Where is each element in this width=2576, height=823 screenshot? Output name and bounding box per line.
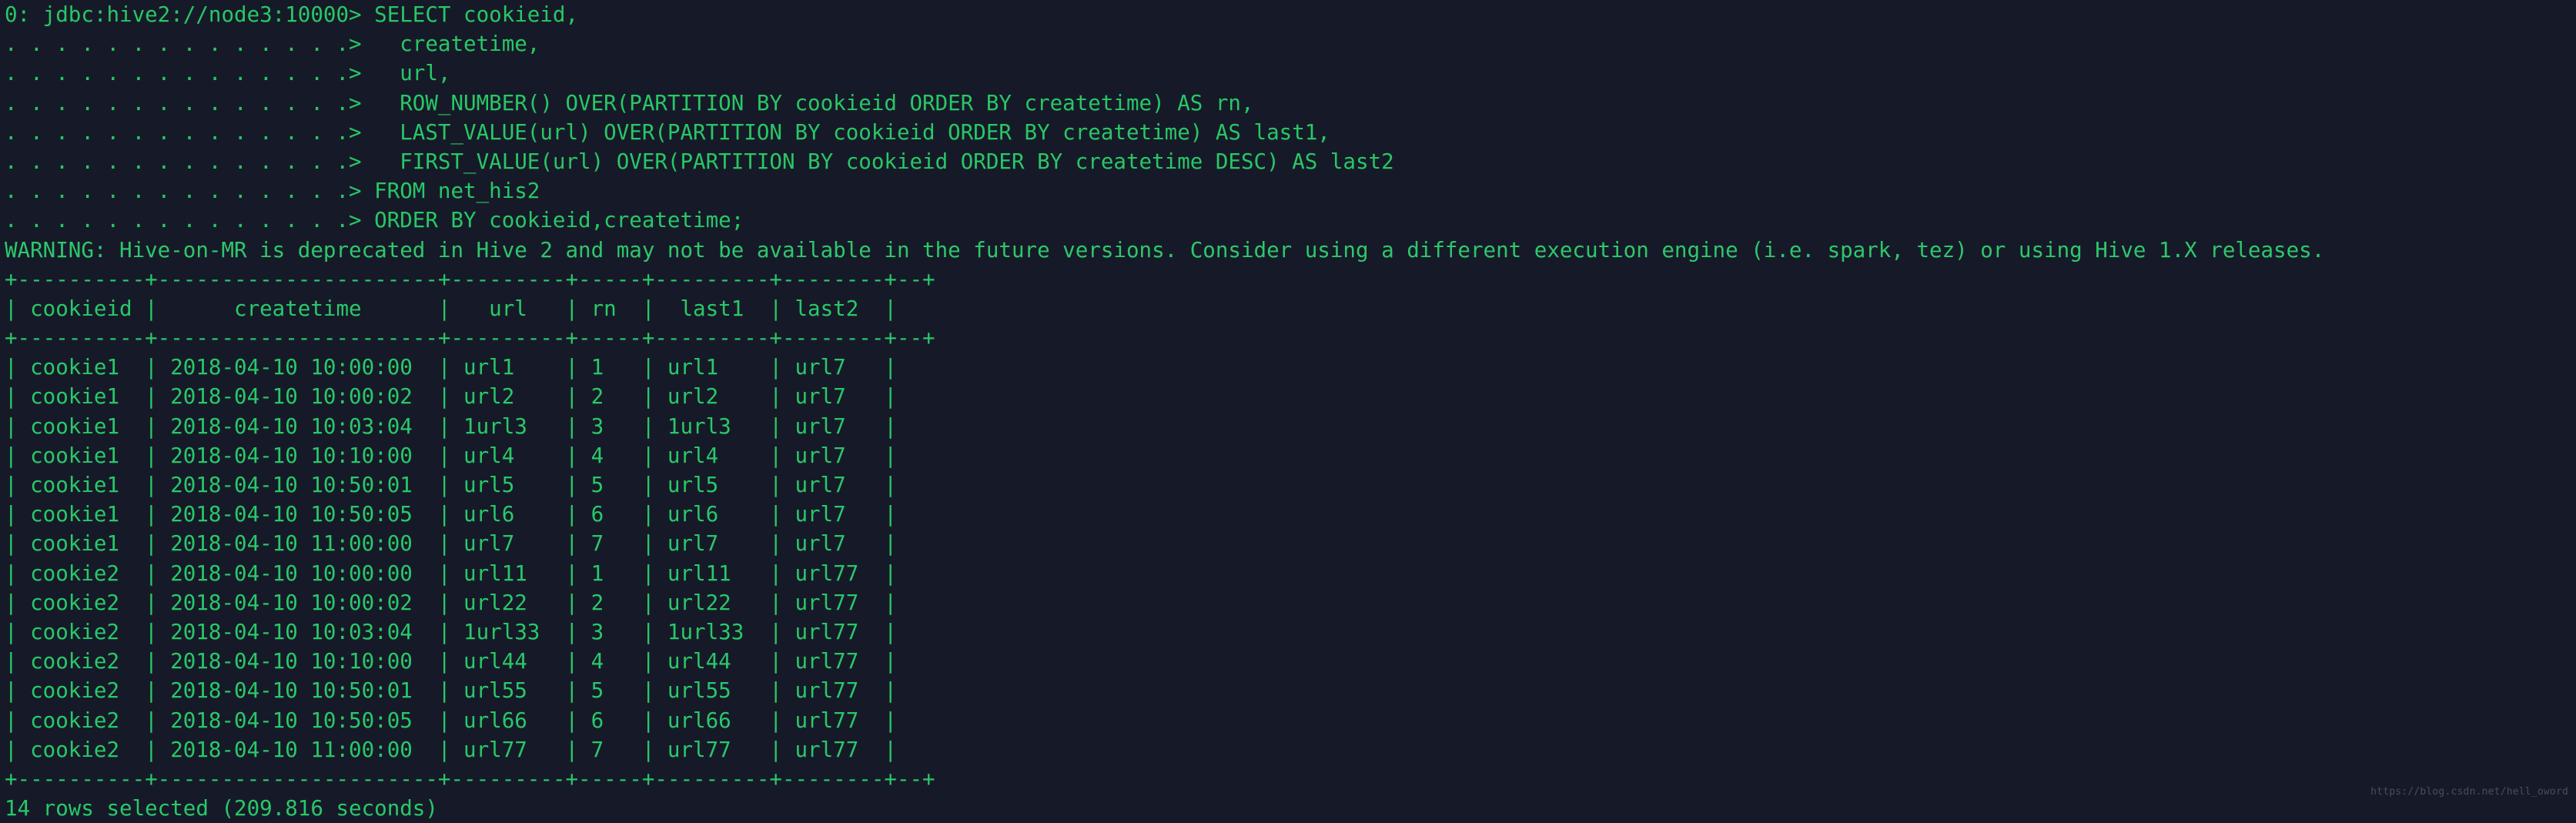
watermark-url: https://blog.csdn.net/hell_oword — [2370, 786, 2568, 798]
table-row: | cookie2 | 2018-04-10 10:00:00 | url11 … — [5, 560, 897, 586]
table-header-row: | cookieid | createtime | url | rn | las… — [5, 296, 897, 321]
table-row: | cookie2 | 2018-04-10 10:03:04 | 1url33… — [5, 619, 897, 644]
query-line-from: . . . . . . . . . . . . . .> FROM net_hi… — [5, 179, 540, 204]
query-line-url: . . . . . . . . . . . . . .> url, — [5, 61, 451, 86]
terminal-window[interactable]: 0: jdbc:hive2://node3:10000> SELECT cook… — [0, 0, 2576, 821]
table-row: | cookie2 | 2018-04-10 11:00:00 | url77 … — [5, 737, 897, 762]
table-row: | cookie2 | 2018-04-10 10:00:02 | url22 … — [5, 590, 897, 615]
table-row: | cookie2 | 2018-04-10 10:50:01 | url55 … — [5, 678, 897, 704]
query-line-select: 0: jdbc:hive2://node3:10000> SELECT cook… — [5, 2, 579, 27]
query-line-order-by: . . . . . . . . . . . . . .> ORDER BY co… — [5, 208, 744, 233]
table-separator-header: +----------+----------------------+-----… — [5, 326, 935, 351]
result-table: +----------+----------------------+-----… — [0, 265, 2576, 794]
table-row: | cookie2 | 2018-04-10 10:50:05 | url66 … — [5, 708, 897, 733]
table-row: | cookie1 | 2018-04-10 10:50:01 | url5 |… — [5, 473, 897, 497]
table-row: | cookie2 | 2018-04-10 10:10:00 | url44 … — [5, 649, 897, 674]
rows-selected-status: 14 rows selected (209.816 seconds) — [5, 796, 438, 821]
query-line-first-value: . . . . . . . . . . . . . .> FIRST_VALUE… — [5, 149, 1394, 174]
table-row: | cookie1 | 2018-04-10 10:50:05 | url6 |… — [5, 502, 897, 527]
table-separator-top: +----------+----------------------+-----… — [5, 266, 935, 292]
table-row: | cookie1 | 2018-04-10 10:03:04 | 1url3 … — [5, 413, 897, 439]
table-row: | cookie1 | 2018-04-10 11:00:00 | url7 |… — [5, 531, 897, 557]
query-line-createtime: . . . . . . . . . . . . . .> createtime, — [5, 32, 540, 57]
table-separator-bottom: +----------+----------------------+-----… — [5, 766, 935, 791]
table-row: | cookie1 | 2018-04-10 10:00:02 | url2 |… — [5, 384, 897, 410]
query-line-row-number: . . . . . . . . . . . . . .> ROW_NUMBER(… — [5, 90, 1254, 115]
query-block: 0: jdbc:hive2://node3:10000> SELECT cook… — [0, 0, 2576, 236]
query-line-last-value: . . . . . . . . . . . . . .> LAST_VALUE(… — [5, 119, 1330, 145]
table-row: | cookie1 | 2018-04-10 10:00:00 | url1 |… — [5, 355, 897, 380]
warning-message: WARNING: Hive-on-MR is deprecated in Hiv… — [5, 237, 2325, 263]
table-row: | cookie1 | 2018-04-10 10:10:00 | url4 |… — [5, 443, 897, 468]
